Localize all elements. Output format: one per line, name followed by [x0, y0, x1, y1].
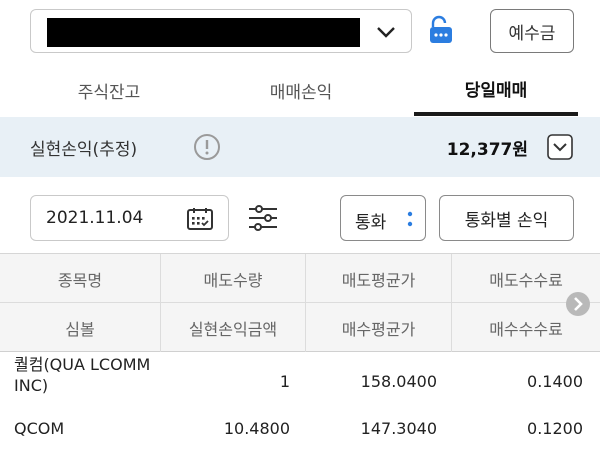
column-header: 매도수량 — [161, 254, 306, 303]
tab-stock-balance[interactable]: 주식잔고 — [30, 64, 188, 116]
currency-pl-button[interactable]: 통화별 손익 — [439, 195, 574, 241]
currency-select[interactable]: 통화 — [340, 195, 426, 241]
deposit-button[interactable]: 예수금 — [490, 9, 574, 53]
currency-value: 통화 — [355, 213, 387, 233]
column-header: 매수평균가 — [306, 303, 452, 352]
account-select[interactable] — [30, 9, 412, 53]
realized-pl-amount: 10.4800 — [223, 419, 290, 438]
stock-symbol: QCOM — [14, 419, 65, 438]
tab-trading-pl[interactable]: 매매손익 — [222, 64, 380, 116]
scroll-right-icon[interactable] — [565, 291, 591, 317]
tab-bar: 주식잔고 매매손익 당일매매 — [0, 64, 600, 116]
stock-name: 퀄컴(QUA LCOMM INC) — [14, 355, 151, 395]
top-bar: 예수금 — [0, 0, 600, 64]
date-value: 2021.11.04 — [46, 208, 144, 228]
tab-today-trades[interactable]: 당일매매 — [414, 64, 578, 116]
realized-pl-value: 12,377원 — [446, 140, 528, 160]
sell-average-price: 158.0400 — [360, 372, 437, 391]
sell-quantity: 1 — [279, 372, 290, 391]
summary-label: 실현손익(추정) — [30, 140, 138, 160]
sell-fee: 0.1400 — [527, 372, 583, 391]
sliders-icon[interactable] — [247, 204, 279, 232]
realized-pl-summary: 실현손익(추정) 12,377원 — [0, 117, 600, 177]
column-header: 심볼 — [0, 303, 161, 352]
buy-fee: 0.1200 — [527, 419, 583, 438]
trades-table: 종목명 매도수량 매도평균가 매도수수료 심볼 실현손익금액 매수평균가 매수수… — [0, 253, 600, 465]
filter-bar: 2021.11.04 통화 통화별 손익 — [0, 195, 600, 243]
column-header: 매도평균가 — [306, 254, 452, 303]
table-header-row: 종목명 매도수량 매도평균가 매도수수료 — [0, 254, 600, 303]
column-header: 종목명 — [0, 254, 161, 303]
chevron-down-icon — [377, 27, 395, 38]
calendar-icon[interactable] — [186, 207, 214, 231]
buy-average-price: 147.3040 — [360, 419, 437, 438]
column-header: 실현손익금액 — [161, 303, 306, 352]
info-icon[interactable] — [193, 133, 221, 161]
date-field[interactable]: 2021.11.04 — [30, 195, 229, 241]
account-number-masked — [47, 18, 360, 47]
unlock-icon[interactable] — [424, 14, 456, 46]
table-header-row: 심볼 실현손익금액 매수평균가 매수수수료 — [0, 303, 600, 352]
chevron-down-icon[interactable] — [547, 134, 573, 160]
dropdown-dots-icon — [407, 211, 413, 227]
